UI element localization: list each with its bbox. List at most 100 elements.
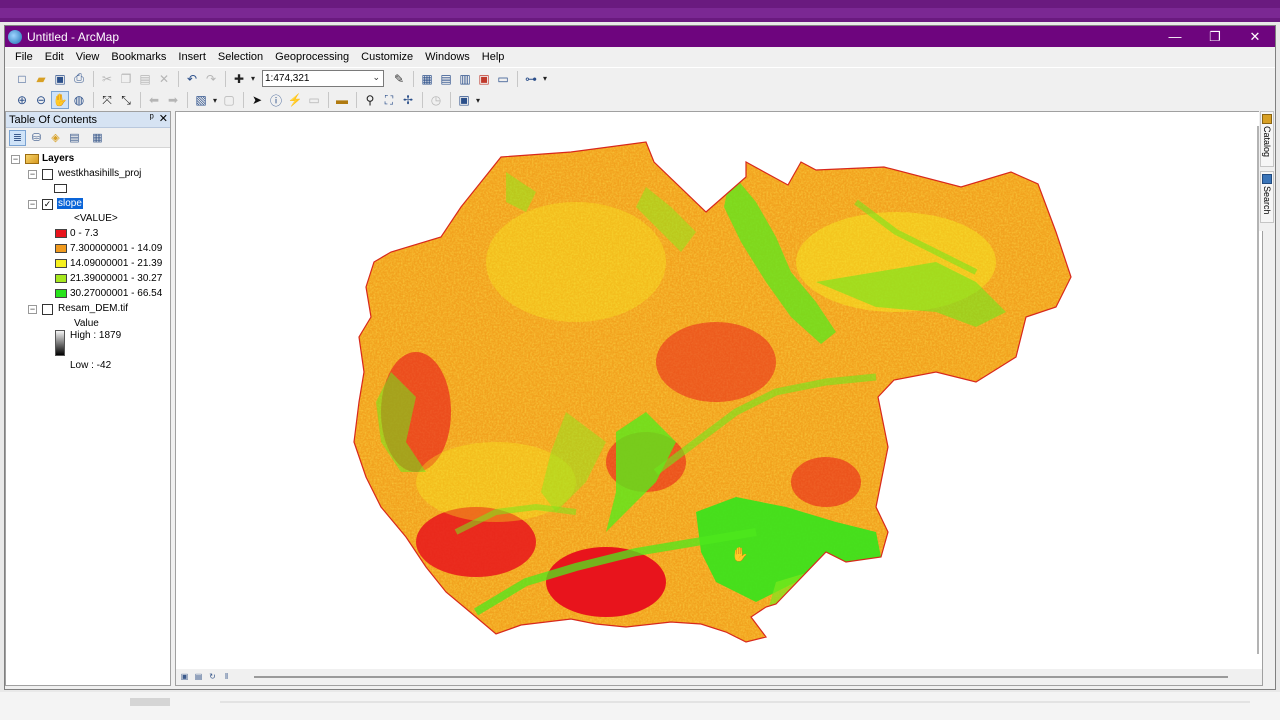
layer-visibility-checkbox[interactable] xyxy=(42,304,53,315)
layout-view-icon[interactable]: ▤ xyxy=(193,672,204,683)
map-scale-combo[interactable]: 1:474,321 ⌄ xyxy=(262,70,384,87)
refresh-view-icon[interactable]: ↻ xyxy=(207,672,218,683)
layer-visibility-checkbox[interactable]: ✓ xyxy=(42,199,53,210)
select-features-icon[interactable]: ▧ xyxy=(192,91,210,109)
menu-edit[interactable]: Edit xyxy=(39,47,70,67)
toc-layer-tree: − Layers − westkhasihills_proj − ✓ slope… xyxy=(6,148,170,678)
polygon-symbol[interactable] xyxy=(54,184,67,193)
tools-toolbar-options-icon[interactable]: ▾ xyxy=(474,91,482,109)
search-tab[interactable]: Search xyxy=(1260,171,1274,223)
undo-icon[interactable]: ↶ xyxy=(183,70,201,88)
hyperlink-icon[interactable]: ⚡ xyxy=(286,91,304,109)
print-icon[interactable]: ⎙ xyxy=(70,70,88,88)
list-by-source-icon[interactable]: ⛁ xyxy=(28,130,45,146)
slope-raster-map[interactable]: ✋ xyxy=(176,112,1262,668)
pause-drawing-icon[interactable]: ‖ xyxy=(221,672,232,683)
find-route-icon[interactable]: ⛶ xyxy=(380,91,398,109)
layer-visibility-checkbox[interactable] xyxy=(42,169,53,180)
layer-collapse-icon[interactable]: − xyxy=(28,305,37,314)
legend-class-label: 0 - 7.3 xyxy=(70,228,99,239)
catalog-window-icon[interactable]: ▤ xyxy=(437,70,455,88)
menu-file[interactable]: File xyxy=(9,47,39,67)
legend-swatch[interactable] xyxy=(55,274,67,283)
list-by-drawing-order-icon[interactable]: ≣ xyxy=(9,129,26,146)
measure-icon[interactable]: ▬ xyxy=(333,91,351,109)
dem-color-ramp[interactable] xyxy=(55,330,65,356)
menu-view[interactable]: View xyxy=(70,47,106,67)
menu-selection[interactable]: Selection xyxy=(212,47,269,67)
close-button[interactable]: ✕ xyxy=(1235,26,1275,47)
create-viewer-window-icon[interactable]: ▣ xyxy=(455,91,473,109)
model-builder-icon[interactable]: ⊶ xyxy=(522,70,540,88)
identify-icon[interactable]: ⓘ xyxy=(267,91,285,109)
pin-icon[interactable]: ᵖ xyxy=(150,112,154,125)
pan-icon[interactable]: ✋ xyxy=(51,91,69,109)
full-extent-icon[interactable]: ◍ xyxy=(70,91,88,109)
cut-icon[interactable]: ✂ xyxy=(98,70,116,88)
menu-bookmarks[interactable]: Bookmarks xyxy=(105,47,172,67)
arcmap-app-icon xyxy=(8,29,22,44)
back-extent-icon[interactable]: ⬅ xyxy=(145,91,163,109)
time-slider-icon[interactable]: ◷ xyxy=(427,91,445,109)
map-scale-value: 1:474,321 xyxy=(265,73,310,84)
layer-collapse-icon[interactable]: − xyxy=(28,170,37,179)
legend-swatch[interactable] xyxy=(55,259,67,268)
legend-swatch[interactable] xyxy=(55,229,67,238)
select-elements-icon[interactable]: ➤ xyxy=(248,91,266,109)
list-by-selection-icon[interactable]: ▤ xyxy=(66,130,83,146)
menu-windows[interactable]: Windows xyxy=(419,47,476,67)
toc-options-icon[interactable]: ▦ xyxy=(89,130,106,146)
arctoolbox-icon[interactable]: ▣ xyxy=(475,70,493,88)
editor-toolbar-icon[interactable]: ✎ xyxy=(390,70,408,88)
add-data-dropdown-icon[interactable]: ▾ xyxy=(249,70,257,88)
layer-slope[interactable]: slope xyxy=(57,198,83,209)
find-icon[interactable]: ⚲ xyxy=(361,91,379,109)
paste-icon[interactable]: ▤ xyxy=(136,70,154,88)
fixed-zoom-out-icon[interactable]: ⤡ xyxy=(117,91,135,109)
zoom-out-icon[interactable]: ⊖ xyxy=(32,91,50,109)
menu-customize[interactable]: Customize xyxy=(355,47,419,67)
menu-insert[interactable]: Insert xyxy=(172,47,212,67)
add-data-icon[interactable]: ✚ xyxy=(230,70,248,88)
open-folder-icon[interactable]: ▰ xyxy=(32,70,50,88)
menu-help[interactable]: Help xyxy=(476,47,511,67)
layer-resam-dem[interactable]: Resam_DEM.tif xyxy=(58,303,128,314)
layers-collapse-icon[interactable]: − xyxy=(11,155,20,164)
redo-icon[interactable]: ↷ xyxy=(202,70,220,88)
save-icon[interactable]: ▣ xyxy=(51,70,69,88)
copy-icon[interactable]: ❐ xyxy=(117,70,135,88)
python-window-icon[interactable]: ▭ xyxy=(494,70,512,88)
legend-swatch[interactable] xyxy=(55,244,67,253)
html-popup-icon[interactable]: ▭ xyxy=(305,91,323,109)
minimize-button[interactable]: — xyxy=(1155,26,1195,47)
dem-high-label: High : 1879 xyxy=(70,330,122,341)
chevron-down-icon[interactable]: ⌄ xyxy=(372,72,380,83)
clear-selection-icon[interactable]: ▢ xyxy=(220,91,238,109)
delete-icon[interactable]: ✕ xyxy=(155,70,173,88)
restore-button[interactable]: ❐ xyxy=(1195,26,1235,47)
menu-geoprocessing[interactable]: Geoprocessing xyxy=(269,47,355,67)
forward-extent-icon[interactable]: ➡ xyxy=(164,91,182,109)
catalog-tab-label: Catalog xyxy=(1262,126,1272,158)
arcmap-window: Untitled - ArcMap — ❐ ✕ File Edit View B… xyxy=(4,25,1276,690)
list-by-visibility-icon[interactable]: ◈ xyxy=(47,130,64,146)
catalog-tab[interactable]: Catalog xyxy=(1260,111,1274,167)
fixed-zoom-in-icon[interactable]: ⤧ xyxy=(98,91,116,109)
select-features-dropdown-icon[interactable]: ▾ xyxy=(211,91,219,109)
title-bar: Untitled - ArcMap — ❐ ✕ xyxy=(5,26,1275,47)
toolbar-options-icon[interactable]: ▾ xyxy=(541,70,549,88)
table-of-contents-icon[interactable]: ▦ xyxy=(418,70,436,88)
search-window-icon[interactable]: ▥ xyxy=(456,70,474,88)
layer-westkhasihills-proj[interactable]: westkhasihills_proj xyxy=(58,168,141,179)
new-document-icon[interactable]: □ xyxy=(13,70,31,88)
legend-swatch[interactable] xyxy=(55,289,67,298)
go-to-xy-icon[interactable]: ✢ xyxy=(399,91,417,109)
dataframe-name[interactable]: Layers xyxy=(42,153,74,164)
zoom-in-icon[interactable]: ⊕ xyxy=(13,91,31,109)
toc-close-icon[interactable]: ✕ xyxy=(159,112,168,125)
slope-raster[interactable] xyxy=(346,132,1086,652)
layer-collapse-icon[interactable]: − xyxy=(28,200,37,209)
data-view-icon[interactable]: ▣ xyxy=(179,672,190,683)
map-view[interactable]: ✋ ▣ ▤ ↻ ‖ xyxy=(175,111,1263,686)
horizontal-scrollbar[interactable] xyxy=(254,676,1228,678)
